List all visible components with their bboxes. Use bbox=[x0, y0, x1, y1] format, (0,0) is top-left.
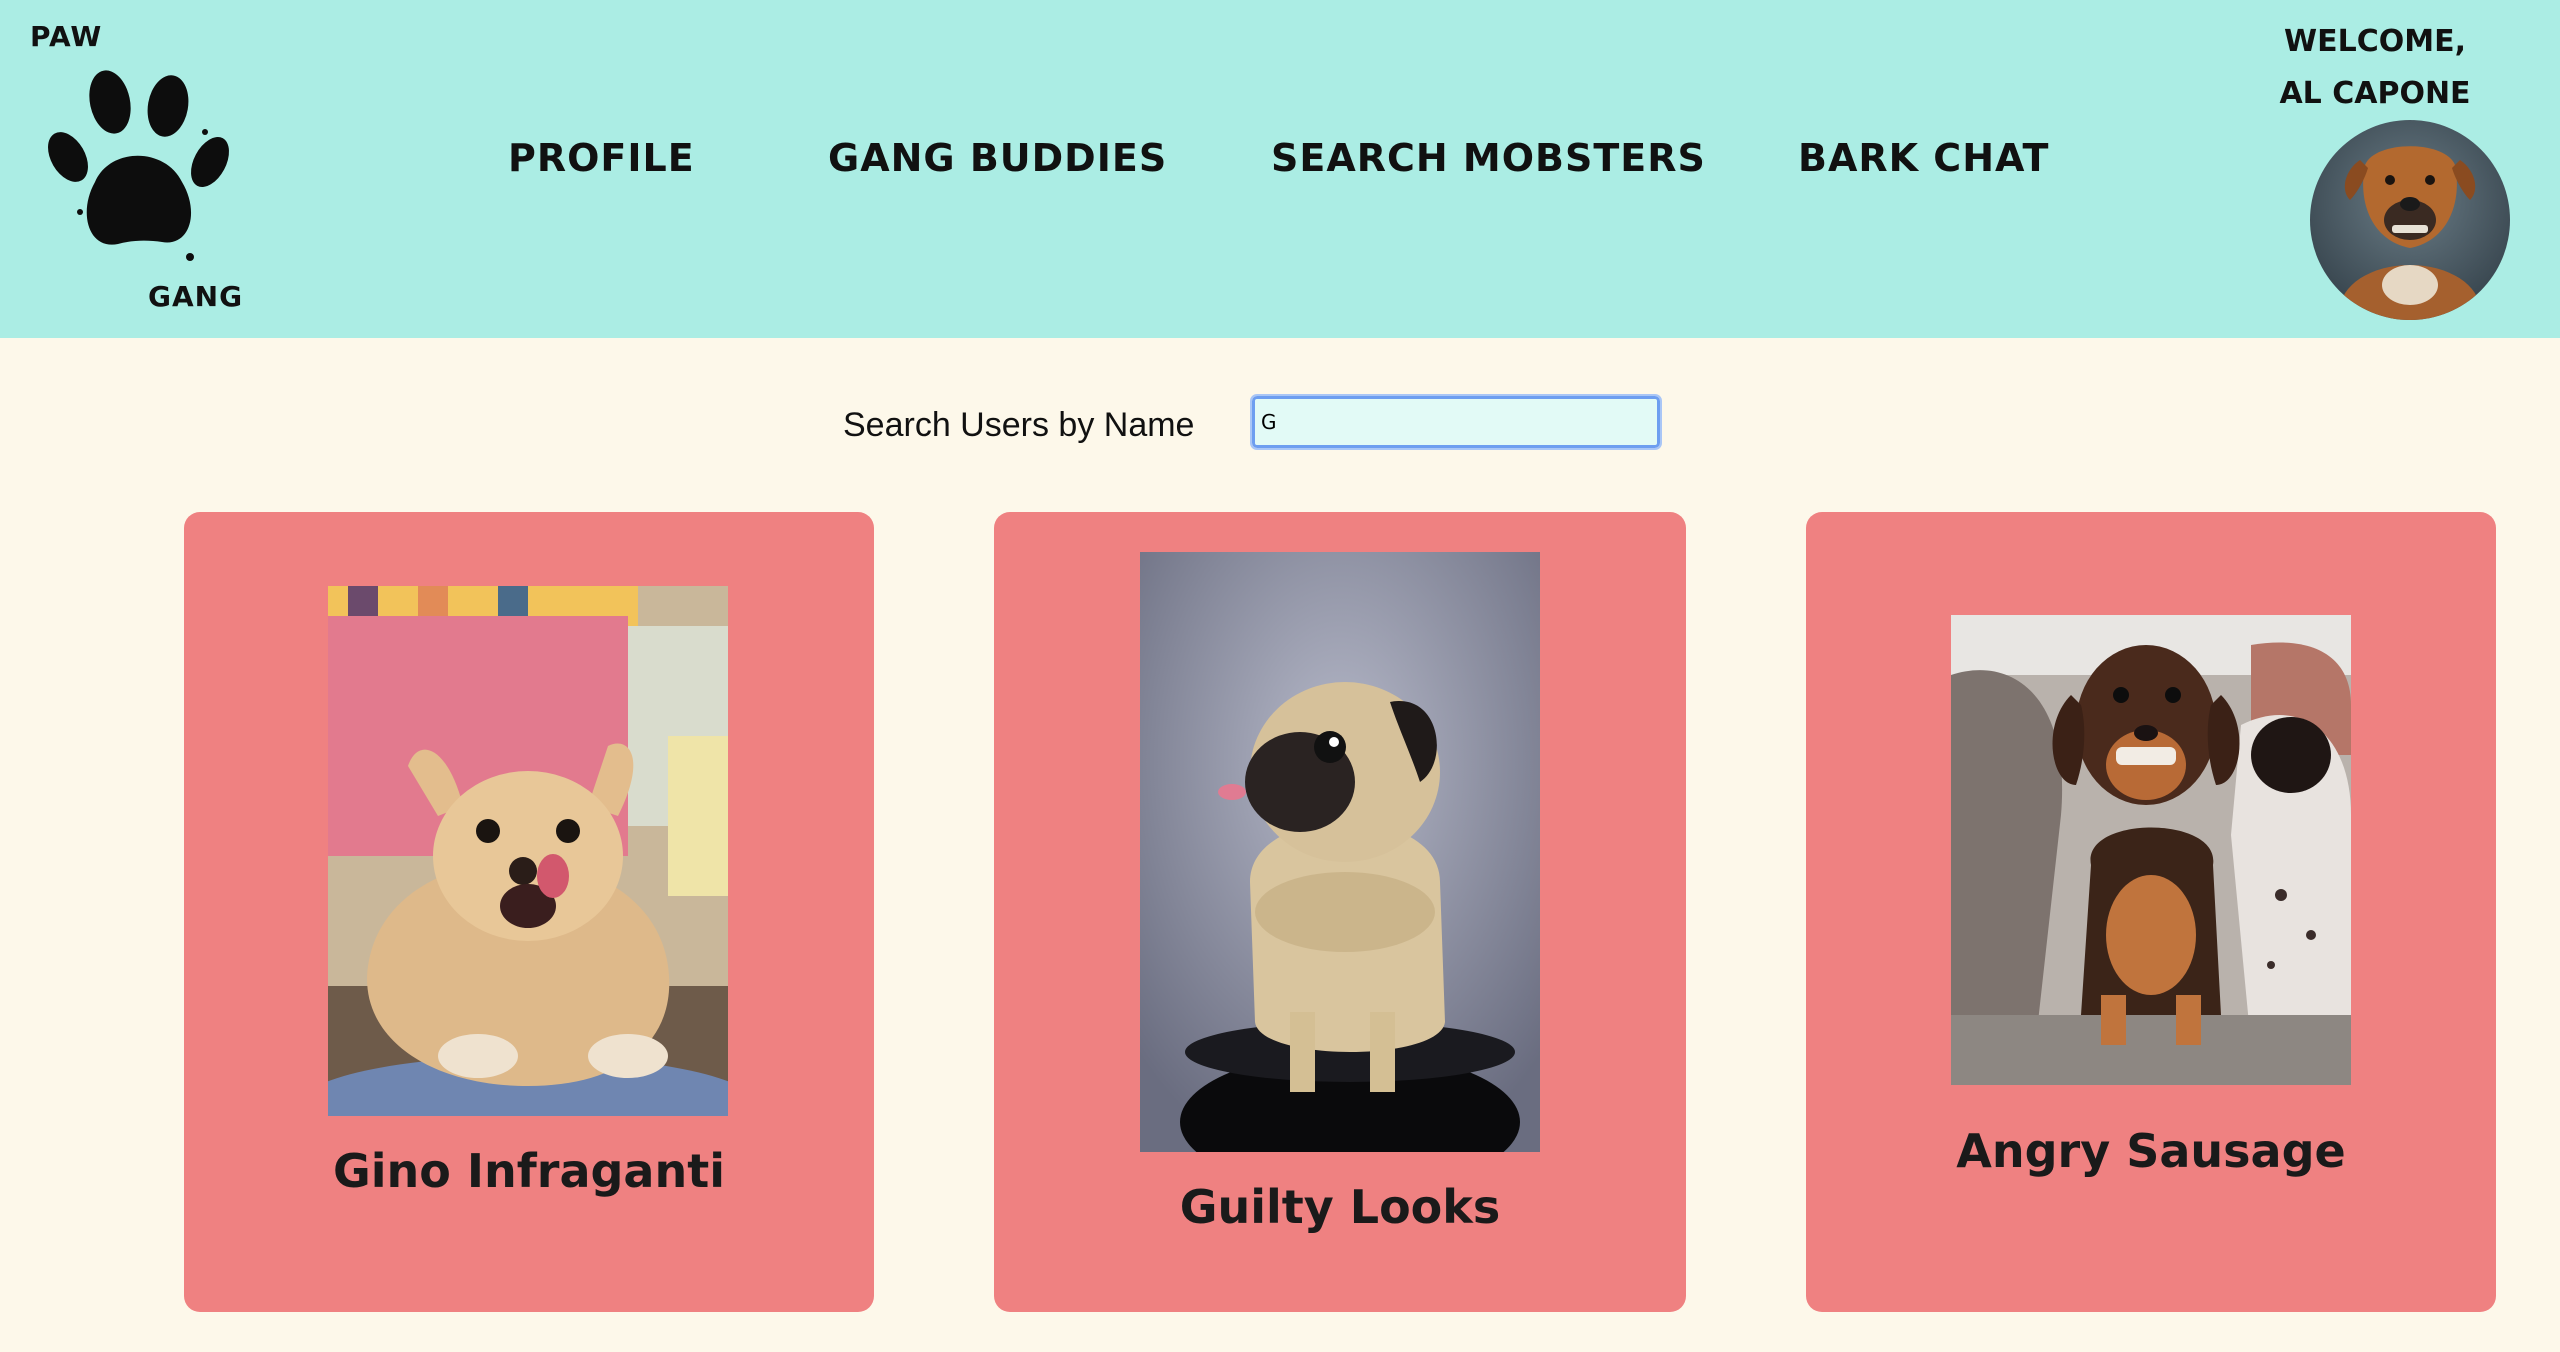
brand-bottom-text: GANG bbox=[148, 280, 244, 313]
user-card-name: Gino Infraganti bbox=[333, 1144, 725, 1198]
welcome-text: WELCOME, bbox=[2284, 24, 2466, 59]
avatar[interactable] bbox=[2310, 120, 2510, 320]
nav-bark-chat[interactable]: BARK CHAT bbox=[1798, 136, 2049, 180]
nav-gang-buddies[interactable]: GANG BUDDIES bbox=[828, 136, 1167, 180]
search-input[interactable] bbox=[1250, 394, 1662, 450]
pug-photo[interactable] bbox=[1140, 552, 1540, 1152]
nav-profile[interactable]: PROFILE bbox=[508, 136, 695, 180]
user-card[interactable]: Gino Infraganti bbox=[184, 512, 874, 1312]
chihuahua-photo-icon bbox=[328, 586, 728, 1116]
pug-photo-icon bbox=[1140, 552, 1540, 1152]
user-card[interactable]: Angry Sausage bbox=[1806, 512, 2496, 1312]
paw-print-icon[interactable] bbox=[40, 62, 240, 272]
search-label: Search Users by Name bbox=[843, 406, 1195, 444]
dog-avatar-icon bbox=[2340, 146, 2480, 320]
top-navigation-bar: PAW GANG PROFILE GANG BUDDIES SEARCH MOB… bbox=[0, 0, 2560, 338]
nav-search-mobsters[interactable]: SEARCH MOBSTERS bbox=[1271, 136, 1706, 180]
dachshund-photo[interactable] bbox=[1951, 615, 2351, 1085]
user-card[interactable]: Guilty Looks bbox=[994, 512, 1686, 1312]
user-card-name: Guilty Looks bbox=[1179, 1180, 1501, 1234]
welcome-block: WELCOME, AL CAPONE bbox=[2250, 16, 2500, 120]
user-name: AL CAPONE bbox=[2279, 76, 2471, 111]
brand-top-text: PAW bbox=[30, 20, 103, 53]
dachshund-photo-icon bbox=[1951, 615, 2351, 1085]
chihuahua-photo[interactable] bbox=[328, 586, 728, 1116]
user-card-name: Angry Sausage bbox=[1956, 1124, 2346, 1178]
